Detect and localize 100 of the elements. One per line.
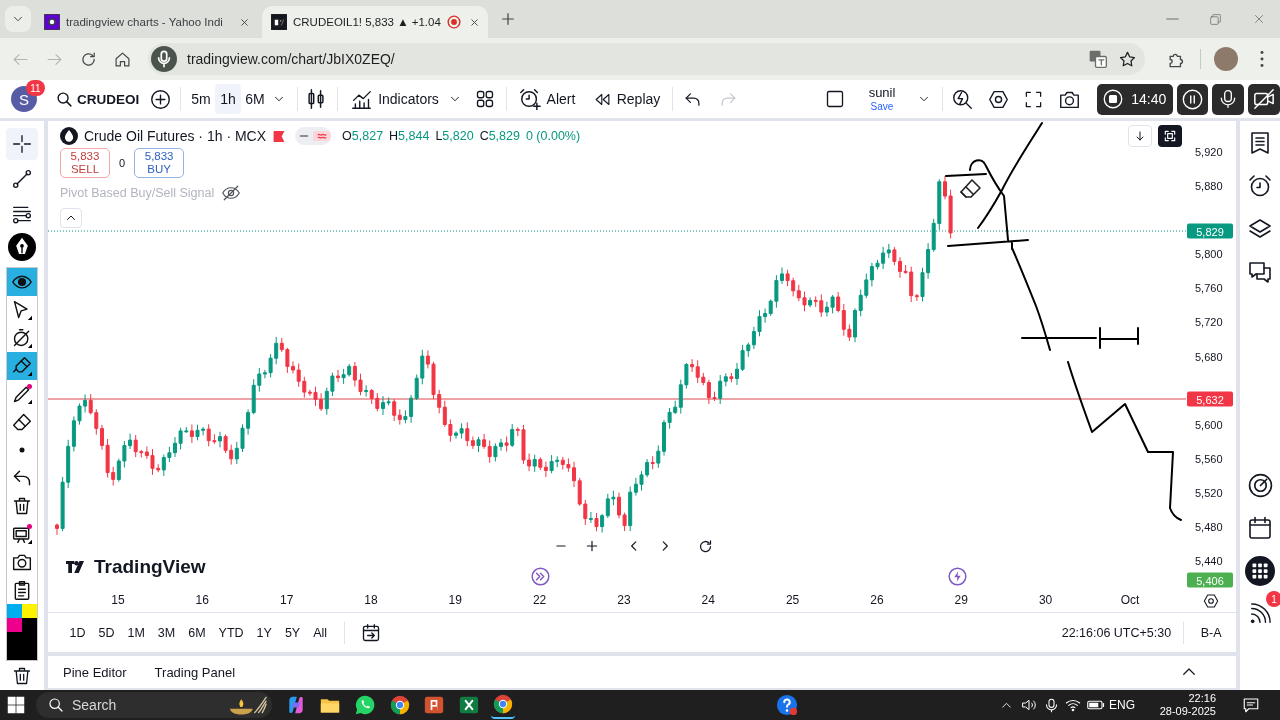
price-axis-label: 5,760: [1195, 282, 1223, 295]
save-button[interactable]: Save: [870, 100, 894, 112]
horizontal-lines-icon: [12, 204, 32, 224]
grid-icon: [475, 89, 495, 109]
indicator-name: Pivot Based Buy/Sell Signal: [60, 186, 215, 200]
range-button[interactable]: 5Y: [280, 619, 305, 646]
auto-fit-button[interactable]: [1158, 125, 1182, 147]
easel-icon: [12, 524, 32, 544]
plus-icon: [500, 11, 516, 27]
date-axis-label: 16: [195, 593, 209, 607]
candlestick-icon: [305, 88, 327, 110]
price-axis-label: 5,680: [1195, 350, 1223, 363]
flag-icon: [272, 129, 287, 143]
crosshair-tool-button[interactable]: [6, 128, 38, 160]
price-axis-label: 5,480: [1195, 520, 1223, 533]
products-button[interactable]: [1245, 557, 1275, 585]
highlighter-tool-button[interactable]: [7, 352, 37, 380]
bookmark-button[interactable]: [1118, 49, 1137, 69]
buy-button[interactable]: 5,833 BUY: [134, 148, 185, 178]
panel-tab[interactable]: Trading Panel: [154, 664, 236, 680]
browser-tab[interactable]: tradingview charts - Yahoo Indi: [35, 6, 258, 38]
alarm-clock-icon: [1248, 174, 1272, 198]
date-axis-label: 15: [111, 593, 125, 607]
ohlc-value: O5,827: [342, 129, 384, 143]
price-tag: 5,632: [1187, 391, 1233, 407]
swirl-app-icon: [286, 695, 306, 715]
date-axis-label: 19: [448, 593, 462, 607]
indicators-button[interactable]: Indicators: [348, 84, 442, 114]
apps-grid-icon: [1245, 556, 1275, 586]
ohlc-value: L5,820: [435, 129, 474, 143]
interval-button[interactable]: 1h: [215, 84, 241, 114]
interval-button[interactable]: 6M: [243, 84, 267, 114]
close-icon: [468, 16, 480, 28]
clock-date: 28-09-2025: [1159, 705, 1216, 718]
range-button[interactable]: YTD: [214, 619, 249, 646]
taskbar-search-field[interactable]: Search: [36, 692, 272, 718]
camera-icon: [12, 552, 32, 572]
color-swatch[interactable]: [7, 618, 22, 632]
interval-button[interactable]: 5m: [189, 84, 213, 114]
range-button[interactable]: 1M: [122, 619, 150, 646]
close-icon: [238, 16, 250, 28]
eye-crossed-icon[interactable]: [222, 184, 241, 202]
axis-settings-button[interactable]: [1203, 593, 1219, 609]
microphone-button[interactable]: [1212, 83, 1245, 115]
wifi-icon: [1065, 697, 1081, 713]
crossed-stopwatch-icon: [12, 328, 32, 348]
message-icon: [1242, 696, 1260, 714]
pointer-arrow-icon: [12, 300, 32, 320]
range-button[interactable]: 5D: [94, 619, 119, 646]
hide-tool-button[interactable]: [7, 268, 37, 296]
color-swatch[interactable]: [22, 618, 37, 632]
range-button[interactable]: All: [308, 619, 332, 646]
timezone-clock: 22:16:06 UTC+5:30: [1061, 625, 1172, 640]
chat-bubbles-icon: [1248, 260, 1272, 284]
sell-button[interactable]: 5,833 SELL: [60, 148, 110, 178]
alert-button[interactable]: Alert: [515, 84, 579, 114]
four-squares-icon: [7, 696, 25, 714]
tradingview-logo-text: TradingView: [94, 556, 206, 578]
language-button[interactable]: ENG: [1107, 691, 1137, 719]
range-button[interactable]: 1Y: [252, 619, 277, 646]
color-swatch[interactable]: [7, 604, 22, 618]
price-axis-label: 5,920: [1195, 146, 1223, 158]
star-icon: [1118, 49, 1137, 69]
adjustment-button[interactable]: B-A: [1196, 619, 1226, 646]
range-button[interactable]: 3M: [153, 619, 180, 646]
camera-off-button[interactable]: [1248, 83, 1280, 115]
undo-icon: [12, 468, 32, 488]
scroll-down-button[interactable]: [1128, 125, 1152, 147]
panel-tab[interactable]: Pine Editor: [63, 664, 127, 680]
browser-tab[interactable]: CRUDEOIL1! 5,833 ▲ +1.04: [262, 6, 488, 38]
microphone-icon: [151, 46, 177, 72]
date-axis-label: 17: [280, 593, 294, 607]
stop-recording-button[interactable]: 14:40: [1097, 83, 1173, 115]
plus-icon: [585, 539, 599, 553]
symbol-title: Crude Oil Futures · 1h · MCX: [84, 128, 267, 144]
arrow-down-icon: [1134, 130, 1146, 142]
symbol-search-button[interactable]: CRUDEOI: [56, 84, 140, 114]
fullscreen-icon: [1023, 89, 1043, 109]
profile-avatar[interactable]: [1214, 47, 1238, 71]
price-axis-label: 5,560: [1195, 452, 1223, 465]
price-axis-label: 5,800: [1195, 248, 1223, 261]
translate-button[interactable]: [1088, 49, 1108, 69]
help-icon: [776, 694, 798, 716]
status-pill[interactable]: [295, 127, 332, 145]
range-button[interactable]: 1D: [65, 619, 90, 646]
replay-button[interactable]: Replay: [592, 84, 662, 114]
price-axis-label: 5,520: [1195, 486, 1223, 499]
price-tag: 5,406: [1187, 572, 1233, 588]
range-button[interactable]: 6M: [183, 619, 211, 646]
target-icon: [1247, 472, 1273, 498]
color-swatch[interactable]: [22, 604, 37, 618]
fast-forward-circle-icon: [531, 567, 550, 586]
price-axis-label: 5,880: [1195, 180, 1223, 193]
crosshair-icon: [12, 134, 32, 154]
address-field[interactable]: tradingview.com/chart/JbIX0ZEQ/: [148, 43, 1145, 75]
search-icon: [48, 697, 64, 713]
pause-recording-button[interactable]: [1176, 83, 1209, 115]
ohlc-value: C5,829: [479, 129, 520, 143]
calendar-icon: [1248, 516, 1272, 540]
lightning-search-icon: [951, 88, 973, 110]
